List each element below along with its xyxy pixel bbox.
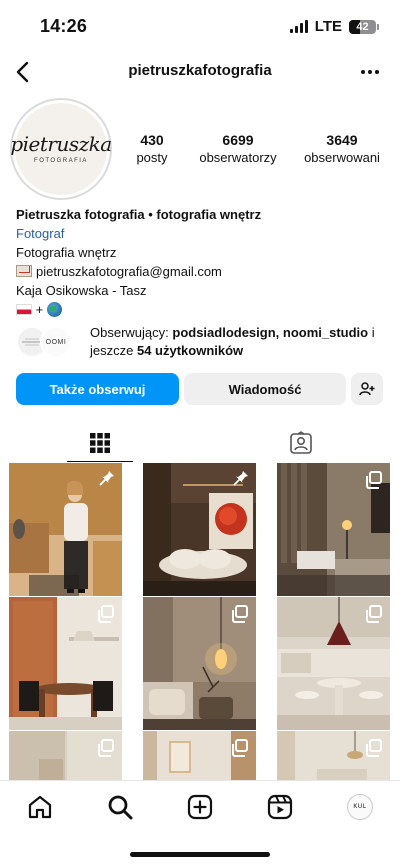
mutual-followers-text: Obserwujący: podsiadlodesign, noomi_stud… [90, 324, 390, 360]
multi-photo-icon [366, 739, 382, 757]
mutual-followers[interactable]: OOMI Obserwujący: podsiadlodesign, noomi… [16, 322, 392, 362]
battery-icon: 42 [349, 19, 379, 34]
multi-photo-icon [98, 739, 114, 757]
signal-icon [289, 20, 308, 33]
search-icon [108, 795, 133, 820]
profile-bio: Pietruszka fotografia • fotografia wnętr… [16, 205, 386, 319]
poland-flag-icon [16, 304, 32, 315]
multi-photo-icon [366, 471, 382, 489]
stat-value: 430 [140, 132, 164, 148]
nav-home[interactable] [26, 793, 54, 821]
home-indicator[interactable] [130, 852, 270, 857]
bio-name: Pietruszka fotografia • fotografia wnętr… [16, 207, 262, 222]
status-time: 14:26 [40, 16, 88, 36]
mutual-prefix: Obserwujący: [90, 325, 173, 340]
more-icon[interactable] [356, 58, 384, 86]
avatar[interactable]: pietruszka FOTOGRAFIA [10, 98, 112, 200]
add-user-button[interactable] [351, 373, 383, 405]
message-button[interactable]: Wiadomość [184, 373, 346, 405]
mutual-count: 54 użytkowników [136, 343, 244, 358]
reels-icon [267, 794, 293, 820]
multi-photo-icon [366, 605, 382, 623]
tab-posts[interactable] [67, 424, 133, 462]
mutual-avatar: OOMI [40, 326, 72, 358]
grid-icon [90, 432, 110, 453]
multi-photo-icon [232, 605, 248, 623]
bio-email-line: pietruszkafotografia@gmail.com [16, 262, 386, 281]
stat-following[interactable]: 3649 obserwowani [290, 131, 394, 166]
stat-followers[interactable]: 6699 obserwatorzy [186, 131, 290, 166]
envelope-icon [16, 265, 32, 277]
pin-icon [99, 471, 114, 486]
add-user-icon [359, 382, 375, 396]
avatar-logo: pietruszka FOTOGRAFIA [10, 103, 112, 195]
stat-label: obserwowani [304, 150, 380, 165]
bio-email: pietruszkafotografia@gmail.com [36, 264, 222, 279]
pin-icon [233, 471, 248, 486]
mutual-names: podsiadlodesign, noomi_studio [172, 325, 369, 340]
bottom-nav: KUL [0, 780, 400, 834]
logo-subtext: FOTOGRAFIA [34, 158, 88, 164]
bio-plus: + [35, 302, 44, 317]
status-indicators: LTE 42 [289, 18, 379, 35]
stat-posts[interactable]: 430 posty [118, 131, 186, 166]
profile-username: pietruszkafotografia [128, 62, 272, 79]
stat-value: 6699 [222, 132, 254, 148]
tagged-icon [290, 431, 312, 454]
nav-profile-avatar: KUL [347, 794, 373, 820]
post-tile[interactable] [9, 731, 122, 781]
logo-text: pietruszka [10, 132, 112, 156]
posts-grid [9, 463, 391, 781]
create-icon [187, 794, 213, 820]
post-tile[interactable] [9, 463, 122, 596]
network-type: LTE [314, 18, 342, 35]
status-bar: 14:26 LTE 42 [0, 0, 400, 54]
nav-profile[interactable]: KUL [346, 793, 374, 821]
post-tile[interactable] [277, 731, 390, 781]
post-tile[interactable] [9, 597, 122, 730]
post-tile[interactable] [277, 463, 390, 596]
bio-line: Kaja Osikowska - Tasz [16, 283, 147, 298]
post-tile[interactable] [277, 597, 390, 730]
nav-create[interactable] [186, 793, 214, 821]
multi-photo-icon [98, 605, 114, 623]
bio-line: Fotografia wnętrz [16, 245, 117, 260]
profile-stats: 430 posty 6699 obserwatorzy 3649 obserwo… [118, 131, 394, 166]
nav-reels[interactable] [266, 793, 294, 821]
post-tile[interactable] [143, 463, 256, 596]
post-tile[interactable] [143, 597, 256, 730]
multi-photo-icon [232, 739, 248, 757]
globe-icon [46, 302, 62, 317]
profile-header: pietruszkafotografia [0, 54, 400, 90]
stat-label: posty [136, 150, 168, 165]
tab-tagged[interactable] [268, 424, 334, 462]
follow-back-button[interactable]: Także obserwuj [16, 373, 179, 405]
bio-category[interactable]: Fotograf [16, 224, 386, 243]
post-tile[interactable] [143, 731, 256, 781]
nav-search[interactable] [106, 793, 134, 821]
home-icon [28, 795, 52, 819]
stat-label: obserwatorzy [199, 150, 277, 165]
profile-tabs [0, 424, 400, 462]
stat-value: 3649 [326, 132, 358, 148]
mutual-avatars: OOMI [16, 326, 80, 358]
bio-flags-line: + [16, 300, 386, 319]
battery-level: 42 [356, 20, 369, 33]
